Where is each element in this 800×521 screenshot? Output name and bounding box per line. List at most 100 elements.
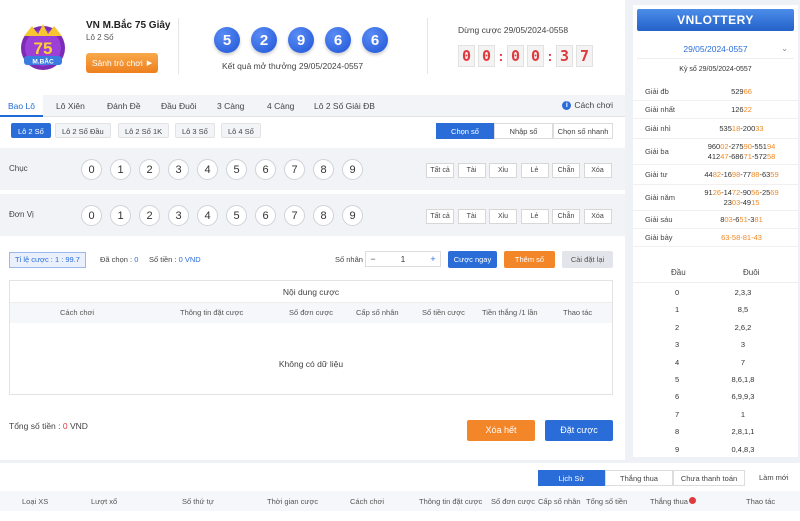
- head-tail-row: 0 2,3,3: [633, 285, 798, 302]
- tail-digits: 2,3,3: [734, 288, 752, 297]
- subtab-play[interactable]: Lô 2 Số Đầu: [55, 123, 111, 138]
- prize-numbers: 63-58-81-43: [685, 233, 798, 243]
- number-ball-button[interactable]: 0: [81, 205, 102, 226]
- number-ball-button[interactable]: 3: [168, 159, 189, 180]
- how-to-play-link[interactable]: i Cách chơi: [562, 100, 613, 110]
- prize-row: Giải nhất 12622: [633, 101, 798, 119]
- quick-select-button[interactable]: Xỉu: [489, 163, 517, 178]
- quick-select-button[interactable]: Lẻ: [520, 209, 549, 224]
- multiplier-input[interactable]: 1: [380, 255, 426, 264]
- prize-numbers: 96002-27590-55194 41247-68671-57258: [685, 142, 798, 162]
- tab-play-type[interactable]: 3 Càng: [209, 95, 252, 117]
- draw-date-select[interactable]: 29/05/2024-0557 ⌄: [637, 39, 794, 59]
- tab-play-type[interactable]: Đầu Đuôi: [153, 95, 204, 117]
- prize-number-line: 9126-1472-9056-2569: [685, 188, 798, 198]
- number-ball-button[interactable]: 7: [284, 159, 305, 180]
- prize-number-line: 52966: [685, 87, 798, 97]
- quick-select-button[interactable]: Tất cả: [426, 163, 454, 178]
- selection-mode-button[interactable]: Nhập số: [494, 123, 553, 139]
- tab-play-type[interactable]: Lô Xiên: [48, 95, 93, 117]
- tab-play-type[interactable]: 4 Càng: [259, 95, 302, 117]
- selection-mode-button[interactable]: Chọn số nhanh: [553, 123, 613, 139]
- history-tab[interactable]: Chưa thanh toán: [673, 470, 745, 486]
- how-to-play-label: Cách chơi: [574, 100, 613, 110]
- countdown-digit: 7: [576, 45, 593, 67]
- prize-digit-segment: 71: [743, 151, 752, 161]
- place-bet-button[interactable]: Đặt cược: [545, 420, 613, 441]
- game-subtitle: Lô 2 Số: [86, 33, 114, 42]
- quick-select-button[interactable]: Xỉu: [489, 209, 517, 224]
- prize-digit-segment: 275: [731, 141, 744, 151]
- prize-digit-segment: 58: [766, 151, 776, 161]
- tab-play-type[interactable]: Đánh Đề: [99, 95, 149, 117]
- quick-select-button[interactable]: Xóa: [583, 163, 612, 178]
- quick-select-button[interactable]: Chẵn: [552, 209, 580, 224]
- number-ball-button[interactable]: 4: [197, 205, 218, 226]
- number-ball-button[interactable]: 2: [139, 205, 160, 226]
- column-header: Thông tin đặt cược: [180, 308, 244, 317]
- number-ball-button[interactable]: 3: [168, 205, 189, 226]
- prize-name: Giải bảy: [645, 233, 673, 242]
- number-ball-button[interactable]: 5: [226, 159, 247, 180]
- number-ball-button[interactable]: 4: [197, 159, 218, 180]
- number-ball-button[interactable]: 9: [342, 159, 363, 180]
- prize-name: Giải nhì: [645, 124, 671, 133]
- prize-name: Giải nhất: [645, 105, 676, 114]
- row-label: Chục: [9, 164, 28, 173]
- prize-digit-segment: 18: [731, 123, 741, 133]
- number-ball-button[interactable]: 5: [226, 205, 247, 226]
- clear-all-button[interactable]: Xóa hết: [467, 420, 535, 441]
- result-ball: 9: [288, 27, 314, 53]
- amount-value: 0 VND: [178, 255, 201, 264]
- history-section: Lịch Sử Thắng thua Chưa thanh toán Làm mới…: [0, 463, 800, 521]
- number-row: Chục 0 1 2 3 4 5 6 7 8 9 Tất cả Tài Xỉu Lẻ Chẵn Xóa: [0, 148, 625, 190]
- quick-select-button[interactable]: Xóa: [583, 209, 612, 224]
- reset-button[interactable]: Cài đặt lại: [562, 251, 613, 268]
- prize-digit-segment: 14: [723, 187, 732, 197]
- prize-digit-segment: 23: [723, 197, 732, 207]
- head-tail-row: 6 6,9,9,3: [633, 389, 798, 406]
- tab-play-type[interactable]: Lô 2 Số Giải ĐB: [306, 95, 383, 117]
- row-label: Đơn Vị: [9, 210, 34, 219]
- number-ball-button[interactable]: 8: [313, 159, 334, 180]
- bet-now-button[interactable]: Cược ngay: [448, 251, 497, 268]
- quick-select-button[interactable]: Lẻ: [520, 163, 549, 178]
- number-ball-button[interactable]: 0: [81, 159, 102, 180]
- refresh-button[interactable]: Làm mới: [759, 473, 789, 482]
- quick-select-button[interactable]: Chẵn: [552, 163, 580, 178]
- number-ball-button[interactable]: 6: [255, 205, 276, 226]
- subtab-play[interactable]: Lô 2 Số: [11, 123, 51, 138]
- head-tail-row: 47: [633, 355, 798, 372]
- number-ball-button[interactable]: 6: [255, 159, 276, 180]
- prize-digit-segment: 59: [770, 169, 779, 179]
- number-ball-button[interactable]: 9: [342, 205, 363, 226]
- subtab-play[interactable]: Lô 2 Số 1K: [118, 123, 170, 138]
- lobby-button[interactable]: Sảnh trò chơi ▶: [86, 53, 158, 73]
- decrement-button[interactable]: −: [366, 254, 380, 264]
- prize-row: Giải đb 52966: [633, 83, 798, 101]
- result-ball: 6: [362, 27, 388, 53]
- tab-play-type[interactable]: Bao Lô: [0, 95, 43, 117]
- total-label: Tổng số tiền :: [9, 421, 63, 431]
- prize-digit-segment: 49: [742, 197, 752, 207]
- number-ball-button[interactable]: 7: [284, 205, 305, 226]
- selection-mode-button[interactable]: Chọn số: [436, 123, 494, 139]
- number-ball-button[interactable]: 1: [110, 205, 131, 226]
- history-column-header: Thông tin đặt cược: [419, 497, 483, 506]
- quick-select-button[interactable]: Tài: [457, 163, 486, 178]
- history-tab[interactable]: Thắng thua: [605, 470, 673, 486]
- subtab-play[interactable]: Lô 4 Số: [221, 123, 261, 138]
- number-ball-button[interactable]: 2: [139, 159, 160, 180]
- result-balls: 52966: [214, 27, 388, 53]
- head-column-label: Đầu: [671, 268, 686, 277]
- increment-button[interactable]: +: [426, 254, 440, 264]
- selected-count: Đã chọn : 0: [100, 255, 138, 264]
- number-ball-button[interactable]: 8: [313, 205, 334, 226]
- quick-select-button[interactable]: Tài: [457, 209, 486, 224]
- quick-select-button[interactable]: Tất cả: [426, 209, 454, 224]
- history-tab[interactable]: Lịch Sử: [538, 470, 605, 486]
- add-number-button[interactable]: Thêm số: [504, 251, 555, 268]
- subtab-play[interactable]: Lô 3 Số: [175, 123, 215, 138]
- result-ball: 2: [251, 27, 277, 53]
- number-ball-button[interactable]: 1: [110, 159, 131, 180]
